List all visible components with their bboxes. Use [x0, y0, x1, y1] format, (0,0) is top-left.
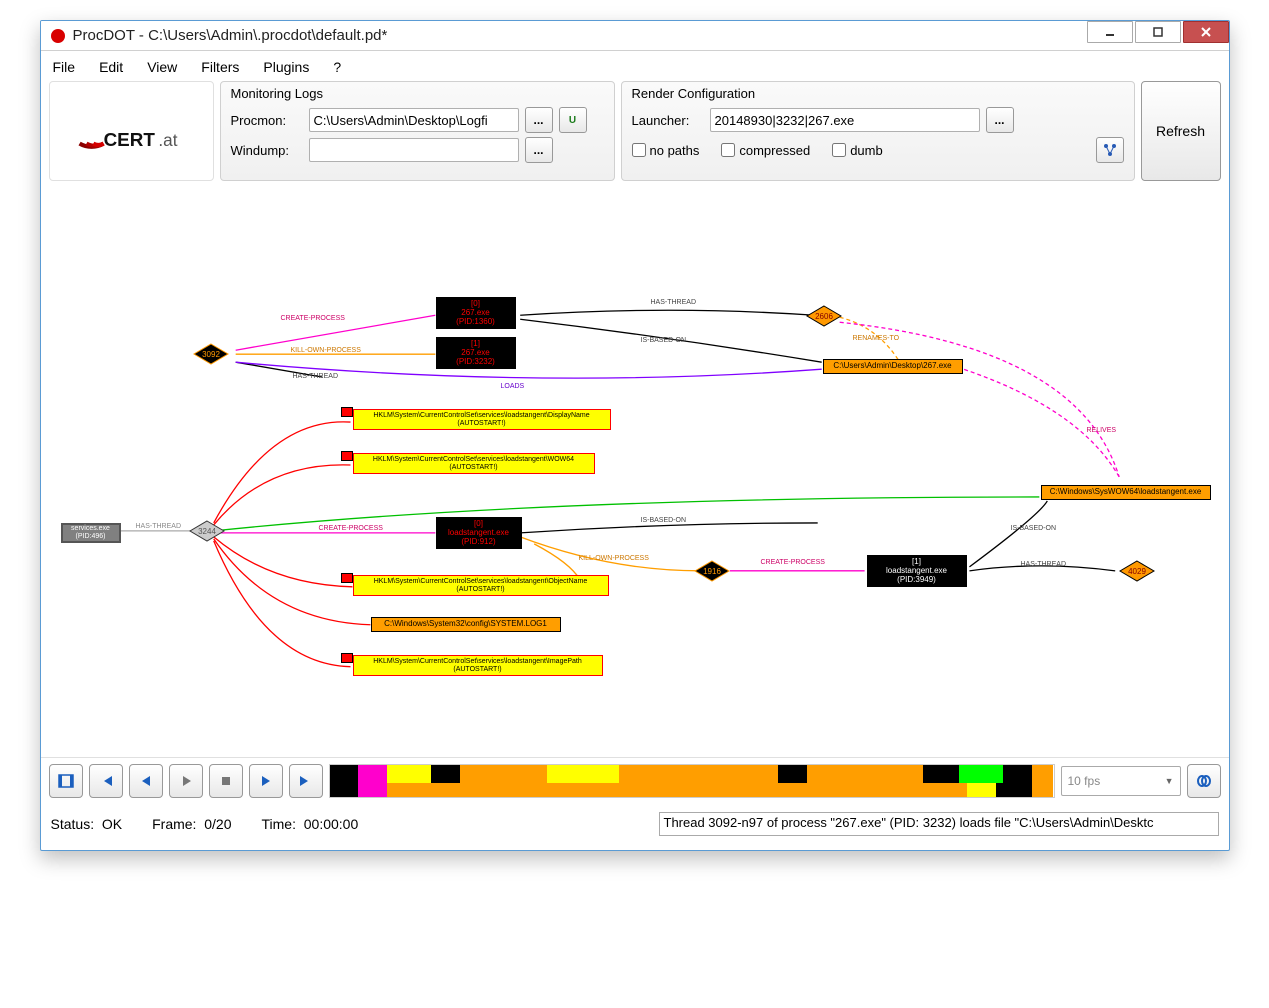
- play-button[interactable]: [169, 764, 203, 798]
- stop-button[interactable]: [209, 764, 243, 798]
- last-frame-button[interactable]: [289, 764, 323, 798]
- statusbar: Status: OK Frame: 0/20 Time: 00:00:00 Th…: [41, 804, 1229, 850]
- minimize-button[interactable]: [1087, 21, 1133, 43]
- procmon-input[interactable]: [309, 108, 519, 132]
- frame-value: 0/20: [204, 816, 231, 832]
- node-services[interactable]: services.exe(PID:496): [61, 523, 121, 543]
- time-value: 00:00:00: [304, 816, 359, 832]
- frame-label: Frame:: [152, 816, 196, 832]
- time-label: Time:: [261, 816, 295, 832]
- edge-label: CREATE-PROCESS: [761, 559, 825, 566]
- edge-label: KILL-OWN-PROCESS: [579, 555, 649, 562]
- node-file-syswow[interactable]: C:\Windows\SysWOW64\loadstangent.exe: [1041, 485, 1211, 500]
- procmon-browse-button[interactable]: ...: [525, 107, 553, 133]
- menu-filters[interactable]: Filters: [201, 59, 239, 75]
- edge-label: HAS-THREAD: [651, 299, 697, 306]
- svg-text:CERT: CERT: [104, 129, 156, 150]
- no-paths-checkbox[interactable]: no paths: [632, 143, 700, 158]
- prev-frame-button[interactable]: [129, 764, 163, 798]
- folder-icon: [341, 451, 353, 461]
- graph-edges: [41, 187, 1229, 757]
- cert-at-logo: CERT .at: [49, 81, 214, 181]
- edge-label: LOADS: [501, 383, 525, 390]
- maximize-button[interactable]: [1135, 21, 1181, 43]
- node-267-1[interactable]: [1]267.exe(PID:3232): [436, 337, 516, 369]
- titlebar: ProcDOT - C:\Users\Admin\.procdot\defaul…: [41, 21, 1229, 51]
- graph-canvas[interactable]: services.exe(PID:496) 3092 2606 3244 191…: [41, 187, 1229, 757]
- windump-input[interactable]: [309, 138, 519, 162]
- svg-text:2606: 2606: [815, 312, 833, 321]
- film-mode-button[interactable]: [49, 764, 83, 798]
- node-loadstangent-0[interactable]: [0]loadstangent.exe(PID:912): [436, 517, 522, 549]
- launcher-browse-button[interactable]: ...: [986, 107, 1014, 133]
- node-tid-1916[interactable]: 1916: [694, 560, 730, 582]
- timeline[interactable]: [329, 764, 1055, 798]
- folder-icon: [341, 653, 353, 663]
- folder-icon: [341, 407, 353, 417]
- edge-label: HAS-THREAD: [293, 373, 339, 380]
- loop-button[interactable]: [1187, 764, 1221, 798]
- menu-view[interactable]: View: [147, 59, 177, 75]
- svg-text:3244: 3244: [198, 527, 216, 536]
- node-tid-2606[interactable]: 2606: [806, 305, 842, 327]
- node-tid-3092[interactable]: 3092: [193, 343, 229, 365]
- node-loadstangent-1[interactable]: [1]loadstangent.exe(PID:3949): [867, 555, 967, 587]
- edge-label: CREATE-PROCESS: [319, 525, 383, 532]
- menubar: File Edit View Filters Plugins ?: [41, 51, 1229, 81]
- app-icon: [51, 29, 65, 43]
- dumb-checkbox[interactable]: dumb: [832, 143, 883, 158]
- edge-label: CREATE-PROCESS: [281, 315, 345, 322]
- edge-label: HAS-THREAD: [1021, 561, 1067, 568]
- edge-label: IS-BASED-ON: [1011, 525, 1057, 532]
- folder-icon: [341, 573, 353, 583]
- next-frame-button[interactable]: [249, 764, 283, 798]
- windump-browse-button[interactable]: ...: [525, 137, 553, 163]
- close-button[interactable]: [1183, 21, 1229, 43]
- svg-text:4029: 4029: [1128, 567, 1146, 576]
- render-config-group: Render Configuration Launcher: ... no pa…: [621, 81, 1135, 181]
- edge-label: KILL-OWN-PROCESS: [291, 347, 361, 354]
- node-tid-4029[interactable]: 4029: [1119, 560, 1155, 582]
- render-config-title: Render Configuration: [632, 86, 1124, 101]
- windump-label: Windump:: [231, 143, 303, 158]
- monitoring-logs-group: Monitoring Logs Procmon: ... U Windump: …: [220, 81, 615, 181]
- menu-edit[interactable]: Edit: [99, 59, 123, 75]
- svg-text:.at: .at: [158, 130, 177, 150]
- edge-label: IS-BASED-ON: [641, 517, 687, 524]
- edge-label: HAS-THREAD: [136, 523, 182, 530]
- fps-dropdown[interactable]: 10 fps▼: [1061, 766, 1181, 796]
- first-frame-button[interactable]: [89, 764, 123, 798]
- svg-text:1916: 1916: [703, 567, 721, 576]
- procmon-label: Procmon:: [231, 113, 303, 128]
- status-label: Status:: [51, 816, 95, 832]
- window-title: ProcDOT - C:\Users\Admin\.procdot\defaul…: [73, 27, 1085, 44]
- node-tid-3244[interactable]: 3244: [189, 520, 225, 542]
- node-reg-objectname[interactable]: HKLM\System\CurrentControlSet\services\l…: [353, 575, 609, 596]
- edge-label: RENAMES-TO: [853, 335, 900, 342]
- node-file-syslog[interactable]: C:\Windows\System32\config\SYSTEM.LOG1: [371, 617, 561, 632]
- app-window: ProcDOT - C:\Users\Admin\.procdot\defaul…: [40, 20, 1230, 851]
- menu-help[interactable]: ?: [333, 59, 341, 75]
- refresh-button[interactable]: Refresh: [1141, 81, 1221, 181]
- launcher-label: Launcher:: [632, 113, 704, 128]
- menu-file[interactable]: File: [53, 59, 76, 75]
- edge-label: IS-BASED-ON: [641, 337, 687, 344]
- status-value: OK: [102, 816, 122, 832]
- svg-text:3092: 3092: [202, 350, 220, 359]
- monitoring-logs-title: Monitoring Logs: [231, 86, 604, 101]
- node-file-267[interactable]: C:\Users\Admin\Desktop\267.exe: [823, 359, 963, 374]
- node-reg-displayname[interactable]: HKLM\System\CurrentControlSet\services\l…: [353, 409, 611, 430]
- procmon-clear-button[interactable]: U: [559, 107, 587, 133]
- menu-plugins[interactable]: Plugins: [263, 59, 309, 75]
- node-267-0[interactable]: [0]267.exe(PID:1360): [436, 297, 516, 329]
- node-reg-imagepath[interactable]: HKLM\System\CurrentControlSet\services\l…: [353, 655, 603, 676]
- node-reg-wow64[interactable]: HKLM\System\CurrentControlSet\services\l…: [353, 453, 595, 474]
- edge-label: RELIVES: [1087, 427, 1117, 434]
- graph-options-button[interactable]: [1096, 137, 1124, 163]
- status-message: Thread 3092-n97 of process "267.exe" (PI…: [659, 812, 1219, 836]
- launcher-input[interactable]: [710, 108, 980, 132]
- compressed-checkbox[interactable]: compressed: [721, 143, 810, 158]
- playback-bar: 10 fps▼: [41, 757, 1229, 804]
